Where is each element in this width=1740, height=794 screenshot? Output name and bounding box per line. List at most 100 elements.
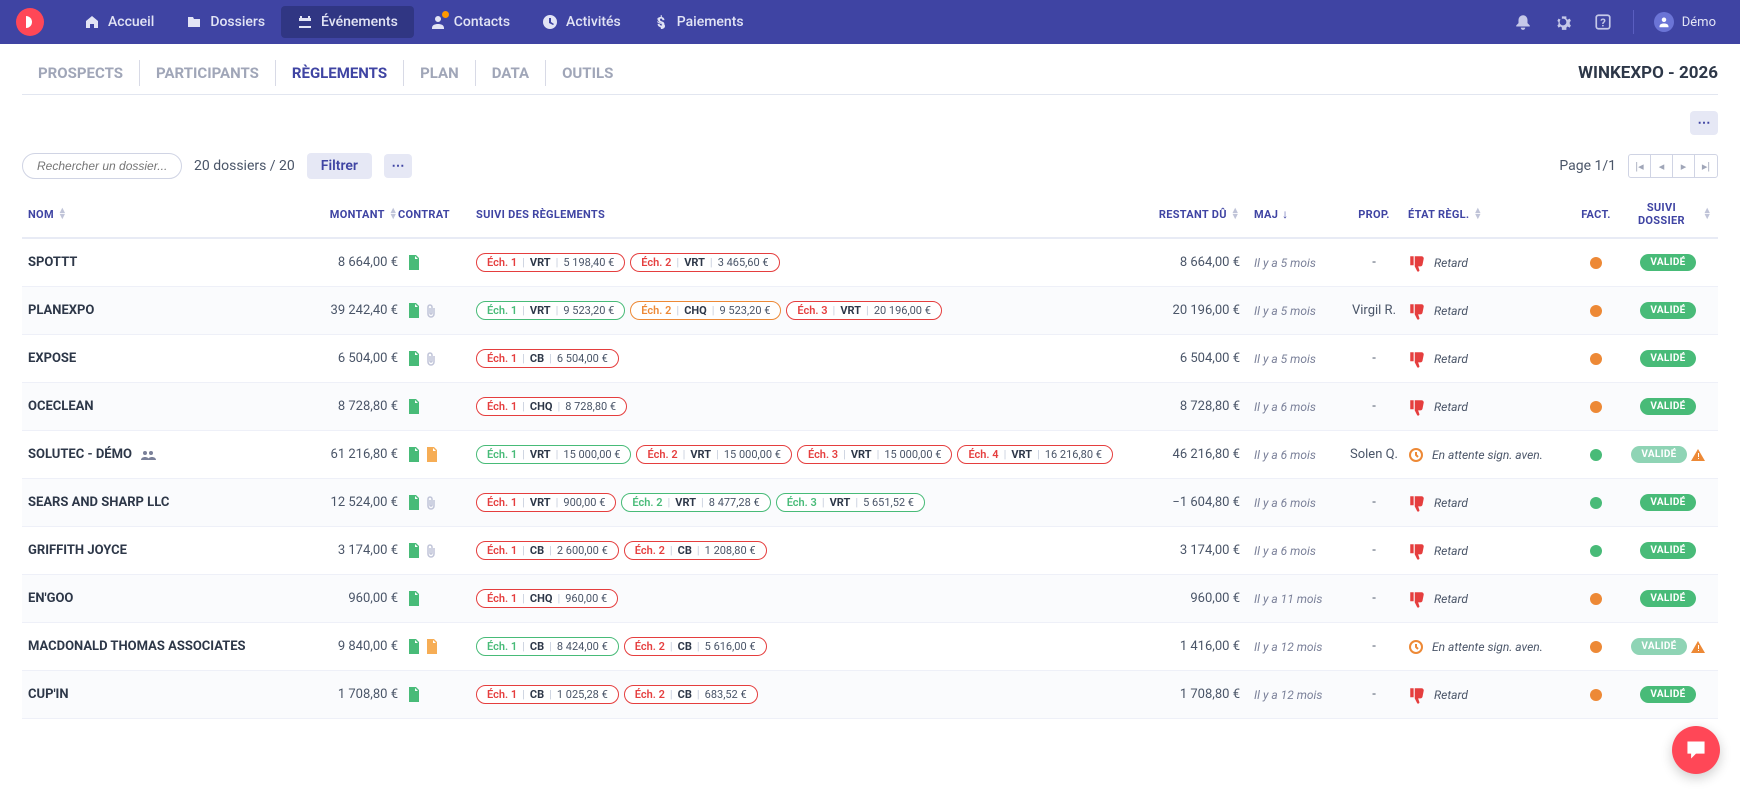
notifications-icon[interactable] [1505,4,1541,40]
chat-fab[interactable] [1672,726,1720,774]
thumb-down-icon [1408,542,1426,560]
app-logo[interactable] [16,8,44,36]
echeance-pill[interactable]: Éch. 2|VRT|8 477,28 € [621,493,770,512]
echeance-pill[interactable]: Éch. 1|CB|6 504,00 € [476,349,619,368]
help-icon[interactable] [1585,4,1621,40]
status-badge: VALIDÉ [1640,350,1695,367]
nav-événements[interactable]: Événements [281,6,414,38]
page-indicator: Page 1/1 [1559,158,1616,174]
table-row[interactable]: OCECLEAN 8 728,80 € Éch. 1|CHQ|8 728,80 … [22,383,1718,431]
echeance-pill[interactable]: Éch. 1|CB|8 424,00 € [476,637,619,656]
echeance-pill[interactable]: Éch. 4|VRT|16 216,80 € [957,445,1112,464]
paperclip-icon [424,496,436,510]
col-etat[interactable]: ÉTAT RÈGL.▲▼ [1408,208,1568,221]
col-contrat[interactable]: CONTRAT [398,208,476,221]
echeance-pill[interactable]: Éch. 3|VRT|20 196,00 € [786,301,941,320]
table-row[interactable]: CUP'IN 1 708,80 € Éch. 1|CB|1 025,28 €Éc… [22,671,1718,719]
row-restant: 46 216,80 € [1120,447,1240,462]
row-maj: Il y a 11 mois [1240,592,1340,606]
pager-last[interactable]: ▸| [1695,155,1717,177]
nav-dossiers[interactable]: Dossiers [170,6,281,38]
col-restant[interactable]: RESTANT DÛ▲▼ [1120,208,1240,221]
row-montant: 39 242,40 € [298,303,398,318]
echeance-pill[interactable]: Éch. 1|VRT|900,00 € [476,493,616,512]
nav-contacts[interactable]: Contacts [414,6,526,38]
row-etat-text: Retard [1434,304,1468,318]
row-montant: 8 728,80 € [298,399,398,414]
doc-green-icon [406,639,420,655]
warning-icon [1691,448,1705,462]
row-montant: 8 664,00 € [298,255,398,270]
echeance-pill[interactable]: Éch. 1|CB|2 600,00 € [476,541,619,560]
doc-green-icon [406,303,420,319]
nav-paiements[interactable]: Paiements [637,6,760,38]
echeance-pill[interactable]: Éch. 1|CHQ|8 728,80 € [476,397,627,416]
col-prop[interactable]: PROP. [1340,208,1408,221]
filter-more-button[interactable]: ⋯ [384,154,412,178]
filter-button[interactable]: Filtrer [307,153,372,179]
col-nom[interactable]: NOM▲▼ [28,208,298,221]
col-montant[interactable]: MONTANT▲▼ [298,208,398,221]
table-row[interactable]: SOLUTEC - DÉMO 61 216,80 € Éch. 1|VRT|15… [22,431,1718,479]
table-row[interactable]: SEARS AND SHARP LLC 12 524,00 € Éch. 1|V… [22,479,1718,527]
row-name: PLANEXPO [28,303,94,318]
pager-first[interactable]: |◂ [1629,155,1651,177]
echeance-pill[interactable]: Éch. 2|VRT|15 000,00 € [636,445,791,464]
nav-accueil[interactable]: Accueil [68,6,170,38]
table-row[interactable]: EN'GOO 960,00 € Éch. 1|CHQ|960,00 € 960,… [22,575,1718,623]
subtab-data[interactable]: DATA [476,60,546,86]
more-actions-button[interactable]: ⋯ [1690,111,1718,135]
echeance-pill[interactable]: Éch. 1|CHQ|960,00 € [476,589,618,608]
subtab-prospects[interactable]: PROSPECTS [22,60,140,86]
echeance-pill[interactable]: Éch. 3|VRT|5 651,52 € [776,493,925,512]
table-row[interactable]: PLANEXPO 39 242,40 € Éch. 1|VRT|9 523,20… [22,287,1718,335]
echeance-pill[interactable]: Éch. 2|VRT|3 465,60 € [630,253,779,272]
clock-wait-icon [1408,639,1424,655]
col-stat[interactable]: SUIVI DOSSIER▲▼ [1624,201,1712,227]
col-fact[interactable]: FACT. [1568,208,1624,221]
fact-status-dot [1590,641,1602,653]
table-row[interactable]: GRIFFITH JOYCE 3 174,00 € Éch. 1|CB|2 60… [22,527,1718,575]
row-name: SPOTTT [28,255,77,270]
col-suivi[interactable]: SUIVI DES RÈGLEMENTS [476,208,1120,221]
row-restant: 8 664,00 € [1120,255,1240,270]
table-row[interactable]: EXPOSE 6 504,00 € Éch. 1|CB|6 504,00 € 6… [22,335,1718,383]
row-restant: 6 504,00 € [1120,351,1240,366]
search-input[interactable] [22,153,182,179]
pager-prev[interactable]: ◂ [1651,155,1673,177]
row-name: EXPOSE [28,351,76,366]
doc-green-icon [406,399,420,415]
doc-green-icon [406,495,420,511]
thumb-down-icon [1408,494,1426,512]
echeance-pill[interactable]: Éch. 1|VRT|15 000,00 € [476,445,631,464]
thumb-down-icon [1408,590,1426,608]
thumb-down-icon [1408,398,1426,416]
row-restant: 20 196,00 € [1120,303,1240,318]
row-etat-text: Retard [1434,400,1468,414]
row-etat-text: Retard [1434,544,1468,558]
subtab-participants[interactable]: PARTICIPANTS [140,60,276,86]
subtab-outils[interactable]: OUTILS [546,60,629,86]
echeance-pill[interactable]: Éch. 2|CB|1 208,80 € [624,541,767,560]
status-badge: VALIDÉ [1640,254,1695,271]
user-menu[interactable]: Démo [1646,12,1724,32]
status-badge: VALIDÉ [1640,542,1695,559]
echeance-pill[interactable]: Éch. 2|CHQ|9 523,20 € [630,301,781,320]
table-row[interactable]: MACDONALD THOMAS ASSOCIATES 9 840,00 € É… [22,623,1718,671]
status-badge: VALIDÉ [1640,590,1695,607]
echeance-pill[interactable]: Éch. 3|VRT|15 000,00 € [797,445,952,464]
subtab-règlements[interactable]: RÈGLEMENTS [276,60,404,86]
echeance-pill[interactable]: Éch. 1|VRT|5 198,40 € [476,253,625,272]
echeance-pill[interactable]: Éch. 2|CB|5 616,00 € [624,637,767,656]
col-maj[interactable]: MAJ↓ [1240,207,1340,221]
user-name: Démo [1682,15,1716,30]
subtab-plan[interactable]: PLAN [404,60,476,86]
pager-next[interactable]: ▸ [1673,155,1695,177]
echeance-pill[interactable]: Éch. 1|VRT|9 523,20 € [476,301,625,320]
echeance-pill[interactable]: Éch. 1|CB|1 025,28 € [476,685,619,704]
echeance-pill[interactable]: Éch. 2|CB|683,52 € [624,685,758,704]
settings-icon[interactable] [1545,4,1581,40]
nav-activités[interactable]: Activités [526,6,637,38]
row-restant: 1 416,00 € [1120,639,1240,654]
table-row[interactable]: SPOTTT 8 664,00 € Éch. 1|VRT|5 198,40 € É… [22,239,1718,287]
